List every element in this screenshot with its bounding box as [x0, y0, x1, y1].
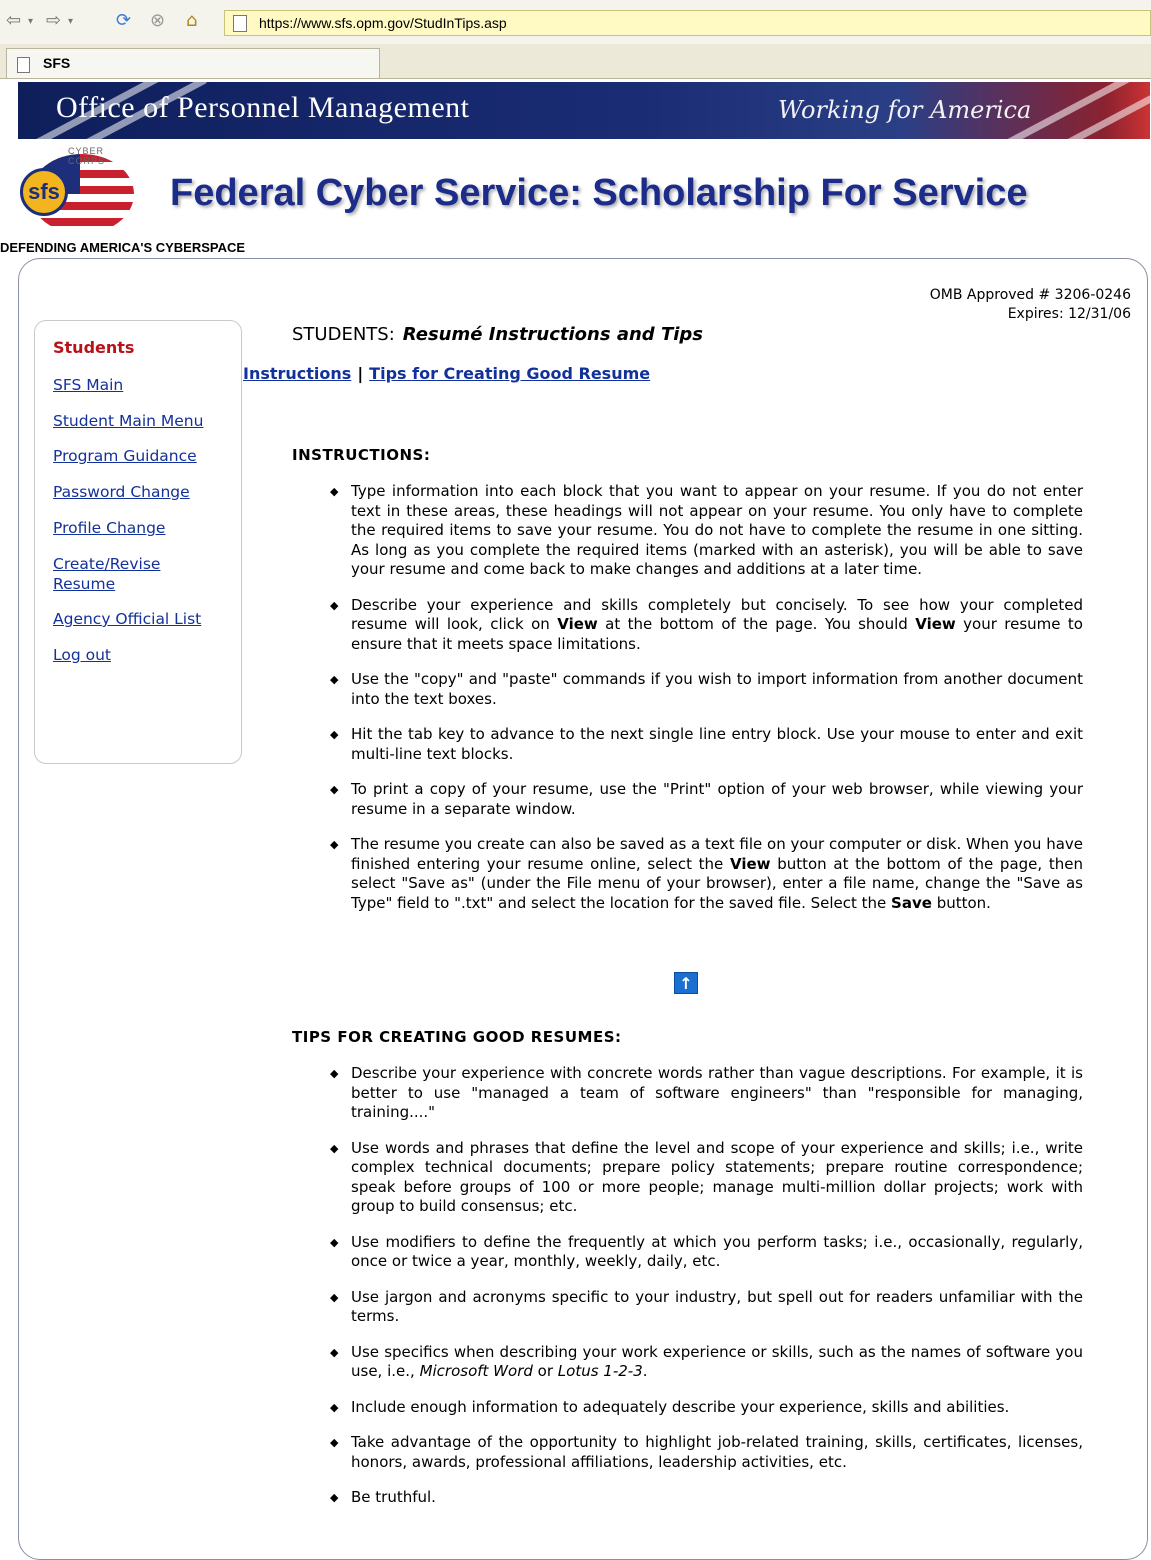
back-dropdown-icon[interactable]: ▾: [28, 16, 33, 27]
banner-title: Office of Personnel Management: [56, 91, 470, 124]
list-item: Use specifics when describing your work …: [330, 1343, 1083, 1382]
list-item: Type information into each block that yo…: [330, 482, 1083, 580]
page-title-subtitle: Resumé Instructions and Tips: [402, 324, 703, 345]
sidebar-item-create-revise-resume[interactable]: Create/Revise Resume: [53, 554, 183, 594]
anchor-separator: |: [357, 364, 364, 383]
list-item: Hit the tab key to advance to the next s…: [330, 725, 1083, 764]
omb-expires: Expires: 12/31/06: [1007, 306, 1131, 322]
list-item: Describe your experience with concrete w…: [330, 1064, 1083, 1123]
address-bar[interactable]: https://www.sfs.opm.gov/StudInTips.asp: [224, 10, 1151, 36]
banner-slogan: Working for America: [778, 96, 1032, 124]
tips-heading: TIPS FOR CREATING GOOD RESUMES:: [292, 1028, 622, 1046]
list-item: The resume you create can also be saved …: [330, 835, 1083, 913]
list-item: Take advantage of the opportunity to hig…: [330, 1433, 1083, 1472]
instructions-list: Type information into each block that yo…: [330, 482, 1083, 913]
list-item: Use modifiers to define the frequently a…: [330, 1233, 1083, 1272]
sfs-logo-badge: sfs: [20, 168, 68, 216]
omb-notice: OMB Approved # 3206-0246 Expires: 12/31/…: [930, 286, 1131, 324]
opm-banner[interactable]: Office of Personnel Management Working f…: [18, 82, 1150, 139]
sidebar-heading: Students: [53, 338, 135, 357]
list-item: Use the "copy" and "paste" commands if y…: [330, 670, 1083, 709]
browser-toolbar: ⇦ ▾ ⇨ ▾ ⟳ ⊗ ⌂ https://www.sfs.opm.gov/St…: [0, 0, 1151, 44]
sidebar-item-program-guidance[interactable]: Program Guidance: [53, 446, 228, 466]
sidebar-item-log-out[interactable]: Log out: [53, 645, 228, 665]
sidebar-item-agency-official-list[interactable]: Agency Official List: [53, 609, 228, 629]
page-title-prefix: STUDENTS:: [292, 324, 395, 345]
list-item: Use words and phrases that define the le…: [330, 1139, 1083, 1217]
sidebar-item-profile-change[interactable]: Profile Change: [53, 518, 228, 538]
tagline: DEFENDING AMERICA'S CYBERSPACE: [0, 240, 246, 255]
page-icon: [17, 57, 30, 73]
omb-number: OMB Approved # 3206-0246: [929, 287, 1131, 303]
page-icon: [233, 15, 247, 32]
tips-anchor-link[interactable]: Tips for Creating Good Resume: [369, 364, 650, 383]
instructions-anchor-link[interactable]: Instructions: [243, 364, 351, 383]
back-icon[interactable]: ⇦: [6, 10, 21, 31]
forward-icon[interactable]: ⇨: [46, 10, 61, 31]
list-item: Be truthful.: [330, 1488, 1083, 1508]
tab-strip: SFS: [0, 44, 1151, 79]
url-text: https://www.sfs.opm.gov/StudInTips.asp: [259, 15, 507, 31]
site-title: Federal Cyber Service: Scholarship For S…: [170, 172, 1028, 214]
sidebar-item-password-change[interactable]: Password Change: [53, 482, 228, 502]
list-item: Use jargon and acronyms specific to your…: [330, 1288, 1083, 1327]
sidebar-item-sfs-main[interactable]: SFS Main: [53, 375, 228, 395]
sfs-logo: sfs CYBER CORPS: [20, 146, 134, 238]
tab-title: SFS: [43, 55, 71, 71]
list-item: To print a copy of your resume, use the …: [330, 780, 1083, 819]
refresh-icon[interactable]: ⟳: [116, 10, 131, 31]
browser-tab[interactable]: SFS: [6, 48, 380, 78]
tips-list: Describe your experience with concrete w…: [330, 1064, 1083, 1508]
list-item: Include enough information to adequately…: [330, 1398, 1083, 1418]
logo-arc-text: CYBER CORPS: [68, 146, 106, 166]
forward-dropdown-icon[interactable]: ▾: [68, 16, 73, 27]
page-title: STUDENTS: Resumé Instructions and Tips: [292, 324, 703, 345]
home-icon[interactable]: ⌂: [186, 10, 197, 31]
list-item: Describe your experience and skills comp…: [330, 596, 1083, 655]
instructions-heading: INSTRUCTIONS:: [292, 446, 431, 464]
stop-icon[interactable]: ⊗: [150, 10, 165, 31]
back-to-top-icon[interactable]: ↑: [674, 972, 698, 994]
section-anchor-links: Instructions | Tips for Creating Good Resu…: [243, 364, 650, 383]
sidebar-item-student-main-menu[interactable]: Student Main Menu: [53, 411, 228, 431]
